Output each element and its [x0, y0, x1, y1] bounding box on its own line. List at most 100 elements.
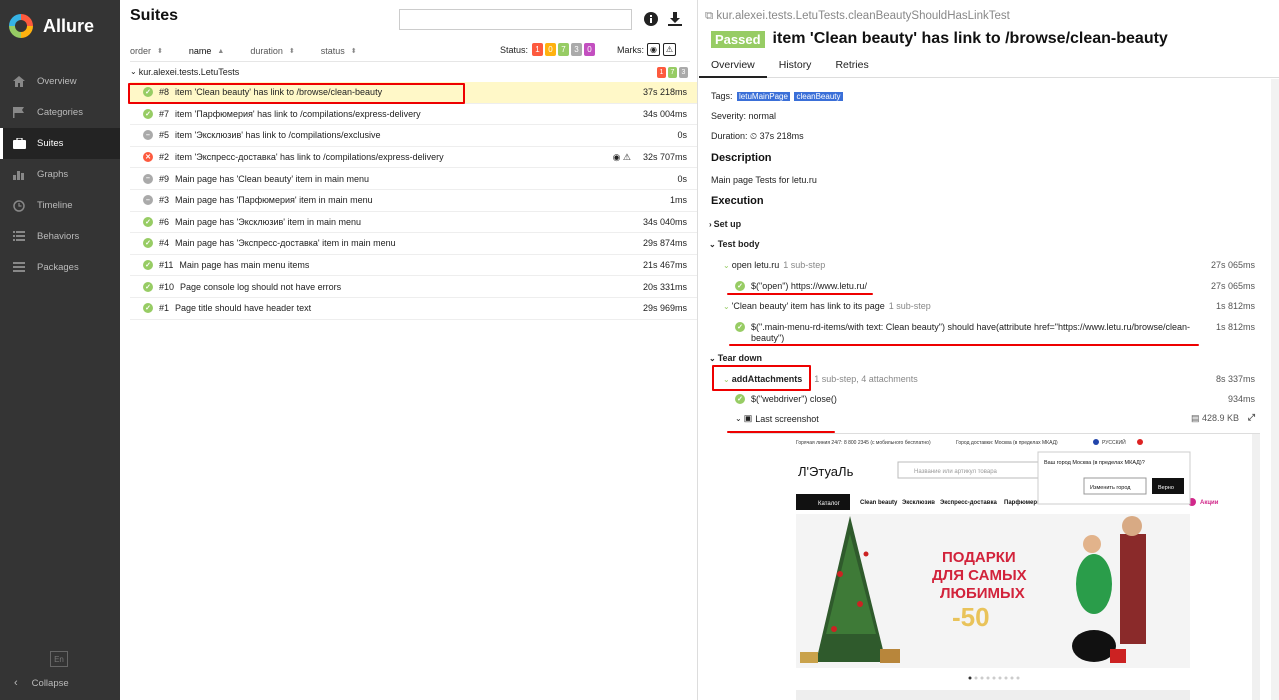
test-name: Page console log should not have errors	[180, 281, 342, 292]
sidebar-item-timeline[interactable]: Timeline	[0, 190, 120, 221]
test-duration: 29s 969ms	[642, 303, 687, 314]
chevron-down-icon: ⌄	[723, 260, 730, 270]
tab-history[interactable]: History	[767, 54, 824, 78]
copy-icon[interactable]: ⧉	[705, 10, 713, 22]
attachment-size: ▤ 428.9 KB	[1191, 413, 1239, 424]
test-name: Main page has 'Экспресс-доставка' item i…	[175, 238, 396, 249]
chevron-down-icon: ⌄	[709, 239, 716, 249]
sidebar-item-label: Timeline	[37, 200, 73, 211]
step-name: 'Clean beauty' item has link to its page	[731, 301, 885, 311]
sort-duration[interactable]: duration ⬍	[250, 46, 294, 56]
download-icon[interactable]	[668, 12, 682, 29]
step-sub: 1 sub-step	[888, 301, 931, 311]
sidebar-item-behaviors[interactable]: Behaviors	[0, 221, 120, 252]
detail-tabs: Overview History Retries	[699, 54, 1279, 78]
collapse-button[interactable]: ‹ Collapse	[14, 677, 69, 689]
shot-catalog: Каталог	[818, 501, 841, 507]
bar-chart-icon	[12, 169, 26, 181]
test-row[interactable]: ✓ #1 Page title should have header text 29s…	[130, 298, 697, 320]
passed-icon: ✓	[143, 216, 153, 227]
teardown-section[interactable]: ⌄ Tear down	[709, 353, 762, 363]
tab-overview[interactable]: Overview	[699, 54, 767, 78]
test-body-section[interactable]: ⌄ Test body	[709, 239, 760, 249]
sort-status[interactable]: status ⬍	[321, 46, 357, 56]
highlight-box	[128, 83, 465, 104]
attachment-screenshot: Горячая линия 24/7: 8 800 2345 (с мобиль…	[730, 433, 1260, 700]
page-title: Suites	[130, 7, 179, 24]
marks-label: Marks:	[617, 44, 645, 55]
setup-section[interactable]: › Set up	[709, 219, 741, 229]
test-duration: 1ms	[669, 195, 687, 206]
screenshot-image: Горячая линия 24/7: 8 800 2345 (с мобиль…	[730, 434, 1260, 700]
chevron-right-icon: ›	[709, 219, 712, 229]
status-filter: Status: 10730 Marks: ◉ ⚠	[500, 43, 677, 56]
tab-retries[interactable]: Retries	[823, 54, 880, 78]
shot-delivery: Город доставки: Москва (в пределах МКАД)	[956, 440, 1058, 446]
test-row[interactable]: ✓ #7 item 'Парфюмерия' has link to /compil…	[130, 104, 697, 126]
status-count[interactable]: 0	[584, 43, 596, 56]
language-switch[interactable]: En	[50, 651, 68, 667]
sort-order[interactable]: order ⬍	[130, 46, 163, 56]
status-count[interactable]: 3	[571, 43, 583, 56]
test-number: #2	[159, 152, 170, 163]
status-label: Status:	[500, 44, 529, 55]
detail-scrollbar[interactable]	[1271, 79, 1279, 700]
step-open-letu[interactable]: ⌄ open letu.ru 1 sub-step	[723, 260, 825, 270]
test-row[interactable]: – #5 item 'Эксклюзив' has link to /compila…	[130, 125, 697, 147]
duration-label: Duration:	[711, 131, 748, 141]
test-number: #3	[159, 195, 170, 206]
test-row[interactable]: – #3 Main page has 'Парфюмерия' item in ma…	[130, 190, 697, 212]
step-duration: 27s 065ms	[1210, 260, 1255, 270]
test-row[interactable]: ✓ #6 Main page has 'Эксклюзив' item in mai…	[130, 212, 697, 234]
status-count[interactable]: 0	[545, 43, 557, 56]
sidebar-item-packages[interactable]: Packages	[0, 252, 120, 283]
test-row[interactable]: ✓ #10 Page console log should not have err…	[130, 276, 697, 298]
sidebar-item-suites[interactable]: Suites	[0, 128, 120, 159]
sidebar-item-overview[interactable]: Overview	[0, 66, 120, 97]
skipped-icon: –	[143, 130, 153, 141]
test-row[interactable]: – #9 Main page has 'Clean beauty' item in …	[130, 168, 697, 190]
allure-logo[interactable]: Allure	[9, 14, 94, 38]
step-clean-beauty-link[interactable]: ⌄ 'Clean beauty' item has link to its pa…	[723, 301, 931, 311]
sort-icon: ⬍	[157, 48, 163, 55]
search-input[interactable]	[399, 9, 632, 30]
status-count[interactable]: 1	[532, 43, 544, 56]
tags-row: Tags: letuMainPage cleanBeauty	[711, 91, 843, 101]
test-row[interactable]: ✕ #2 item 'Экспресс-доставка' has link to …	[130, 147, 697, 169]
test-row[interactable]: ✓ #4 Main page has 'Экспресс-доставка' ite…	[130, 233, 697, 255]
info-icon[interactable]	[644, 12, 658, 29]
passed-icon: ✓	[143, 260, 153, 271]
execution-heading: Execution	[711, 195, 764, 207]
test-name: Main page has main menu items	[179, 260, 310, 271]
duration-value: 37s 218ms	[759, 131, 804, 141]
step-name: $("webdriver") close()	[751, 394, 837, 404]
passed-icon: ✓	[735, 322, 745, 332]
chevron-left-icon: ‹	[14, 677, 18, 689]
group-count: 1	[657, 67, 666, 78]
warning-mark-icon[interactable]: ⚠	[663, 43, 677, 56]
test-duration: 20s 331ms	[642, 281, 687, 292]
shot-menu-1: Эксклюзив	[902, 500, 935, 506]
group-count: 3	[679, 67, 688, 78]
suite-group[interactable]: ⌄ kur.alexei.tests.LetuTests 173	[130, 61, 690, 81]
step-duration: 1s 812ms	[1215, 322, 1255, 332]
detail-pane: ⧉ kur.alexei.tests.LetuTests.cleanBeauty…	[699, 0, 1279, 700]
attachment-last-screenshot[interactable]: ⌄ ▣ Last screenshot	[735, 413, 819, 424]
breadcrumb: ⧉ kur.alexei.tests.LetuTests.cleanBeauty…	[705, 10, 1010, 23]
sidebar-item-graphs[interactable]: Graphs	[0, 159, 120, 190]
expand-icon[interactable]: ⤢	[1248, 412, 1255, 423]
failed-icon: ✕	[143, 152, 153, 163]
sidebar-item-categories[interactable]: Categories	[0, 97, 120, 128]
clock-icon	[12, 199, 26, 212]
sort-name[interactable]: name ▲	[189, 46, 224, 56]
status-count[interactable]: 7	[558, 43, 570, 56]
suite-group-name: kur.alexei.tests.LetuTests	[138, 66, 240, 77]
test-number: #7	[159, 108, 170, 119]
test-row[interactable]: ✓ #11 Main page has main menu items 21s 467…	[130, 255, 697, 277]
stack-icon	[12, 262, 26, 274]
test-duration: 32s 707ms	[642, 152, 687, 163]
test-duration: 0s	[677, 130, 687, 141]
shot-popup-change: Изменить город	[1090, 485, 1131, 491]
step-duration: 8s 337ms	[1215, 374, 1255, 384]
flaky-mark-icon[interactable]: ◉	[647, 43, 661, 56]
